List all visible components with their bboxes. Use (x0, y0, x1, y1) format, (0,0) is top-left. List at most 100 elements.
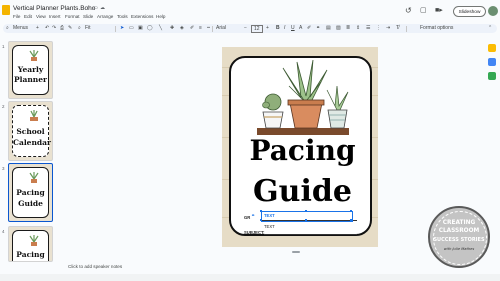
border-weight-icon[interactable]: ≡ (199, 25, 202, 31)
logo-text-line: CLASSROOM (438, 228, 480, 234)
text-box-icon[interactable]: ▭ (129, 25, 134, 31)
slide-thumbnail-3[interactable]: Pacing Guide (8, 163, 53, 222)
resize-handle[interactable] (349, 209, 352, 212)
resize-handle[interactable] (349, 218, 352, 221)
menu-arrange[interactable]: Arrange (97, 14, 113, 19)
divider (212, 26, 213, 32)
format-options-button[interactable]: Format options (420, 25, 453, 31)
resize-handle[interactable] (259, 209, 262, 212)
menu-insert[interactable]: Insert (49, 14, 61, 19)
move-folder-icon[interactable]: ▭ (93, 5, 98, 11)
slide-thumbnail-1[interactable]: Yearly Planner (8, 41, 53, 99)
text-placeholder[interactable]: TEXT (264, 213, 275, 218)
border-dash-icon[interactable]: ┅ (207, 25, 210, 31)
redo-icon[interactable]: ↷ (52, 25, 56, 31)
plant-icon (29, 50, 39, 61)
slideshow-button[interactable]: Slideshow (453, 6, 486, 17)
slide-title-line-1[interactable]: Pacing (231, 136, 374, 166)
resize-handle[interactable] (259, 218, 262, 221)
collapse-toolbar-icon[interactable]: ⌃ (488, 25, 492, 31)
insert-comment-icon[interactable]: ▤ (326, 25, 331, 31)
slide-thumbnail-4[interactable]: Pacing (8, 226, 53, 262)
bottom-bar (0, 274, 500, 281)
undo-icon[interactable]: ↶ (45, 25, 49, 31)
more-icon[interactable]: ⋮ (376, 25, 381, 31)
notes-resize-handle[interactable] (292, 251, 300, 253)
thumb-title-line: Calendar (13, 138, 51, 147)
font-size-decrease[interactable]: − (244, 25, 247, 31)
resize-handle[interactable] (304, 209, 307, 212)
plant-icon (30, 110, 38, 121)
paint-format-icon[interactable]: ✎ (68, 25, 72, 31)
speaker-notes[interactable]: Click to add speaker notes (68, 264, 122, 269)
search-menus-label[interactable]: Menus (13, 25, 28, 31)
link-icon[interactable]: ⚭ (251, 213, 255, 219)
search-icon[interactable]: ⌕ (6, 25, 9, 31)
menu-tools[interactable]: Tools (117, 14, 128, 19)
slide-number: 1 (2, 44, 5, 49)
slide-number: 4 (2, 229, 5, 234)
slides-logo-icon[interactable] (2, 5, 10, 15)
menu-slide[interactable]: Slide (83, 14, 93, 19)
menu-file[interactable]: File (13, 14, 20, 19)
select-cursor-icon[interactable]: ➤ (120, 25, 124, 31)
cloud-saved-icon[interactable]: ☁ (100, 5, 105, 11)
font-size-increase[interactable]: + (266, 25, 269, 31)
indent-icon[interactable]: ⇥ (386, 25, 390, 31)
image-options-icon[interactable]: ▨ (336, 25, 341, 31)
menu-format[interactable]: Format (65, 14, 80, 19)
divider (406, 26, 407, 32)
thumb-title-line: Pacing (16, 188, 45, 197)
text-color-icon[interactable]: A (299, 25, 302, 31)
star-icon[interactable]: ☆ (86, 5, 90, 11)
bold-icon[interactable]: B (276, 25, 280, 31)
menu-edit[interactable]: Edit (24, 14, 32, 19)
text-placeholder[interactable]: TEXT (264, 224, 275, 229)
resize-handle[interactable] (304, 218, 307, 221)
new-slide-icon[interactable]: + (36, 25, 39, 31)
logo-text-line: with Julie Mathes (443, 247, 475, 251)
shape-icon[interactable]: ◯ (147, 25, 153, 31)
keep-icon[interactable] (488, 44, 496, 52)
image-icon[interactable]: ▣ (138, 25, 143, 31)
slide-number: 2 (2, 104, 5, 109)
plant-icon (29, 172, 39, 183)
history-icon[interactable]: ↺ (405, 6, 412, 15)
zoom-icon[interactable]: ⌕ (78, 25, 81, 31)
menu-extensions[interactable]: Extensions (131, 14, 153, 19)
comment-add-icon[interactable]: ✚ (170, 25, 174, 31)
thumb-title-line: School (16, 127, 45, 136)
meet-icon[interactable]: ■▸ (435, 6, 443, 14)
avatar[interactable] (488, 6, 498, 16)
border-color-icon[interactable]: ✐ (190, 25, 194, 31)
creating-classroom-logo: CREATING CLASSROOM SUCCESS STORIES with … (428, 206, 490, 268)
slide-card[interactable]: Pacing Guide GR ⚭ TEXT TEXT SUBJECT: (229, 56, 372, 236)
list-icon[interactable]: ☰ (366, 25, 370, 31)
highlight-icon[interactable]: ✐ (307, 25, 311, 31)
clear-format-icon[interactable]: T̸ (396, 25, 399, 31)
plant-icon (29, 235, 39, 246)
subject-line (264, 234, 357, 235)
document-title[interactable]: Vertical Planner Plants.Boho (13, 5, 95, 12)
link-icon[interactable]: ⚭ (316, 25, 320, 31)
print-icon[interactable]: ⎙ (60, 25, 64, 31)
slide-thumbnail-2[interactable]: School Calendar (8, 101, 53, 161)
comments-icon[interactable]: ▢ (420, 6, 427, 14)
tasks-icon[interactable] (488, 58, 496, 66)
align-icon[interactable]: ≣ (346, 25, 350, 31)
font-size-input[interactable]: 12 (251, 25, 263, 33)
slide-title-line-2[interactable]: Guide (231, 176, 374, 208)
menu-help[interactable]: Help (156, 14, 165, 19)
line-spacing-icon[interactable]: ⇕ (356, 25, 360, 31)
fill-color-icon[interactable]: ◈ (180, 25, 184, 31)
menu-view[interactable]: View (36, 14, 46, 19)
font-select[interactable]: Arial (216, 25, 226, 31)
italic-icon[interactable]: I (284, 25, 285, 31)
line-icon[interactable]: ╲ (159, 25, 162, 31)
potted-plants-illustration (257, 60, 349, 135)
zoom-select[interactable]: Fit (85, 25, 91, 31)
grade-label: GR (244, 215, 251, 220)
subject-label: SUBJECT: (244, 230, 265, 235)
contacts-icon[interactable] (488, 72, 496, 80)
underline-icon[interactable]: U (291, 25, 295, 31)
